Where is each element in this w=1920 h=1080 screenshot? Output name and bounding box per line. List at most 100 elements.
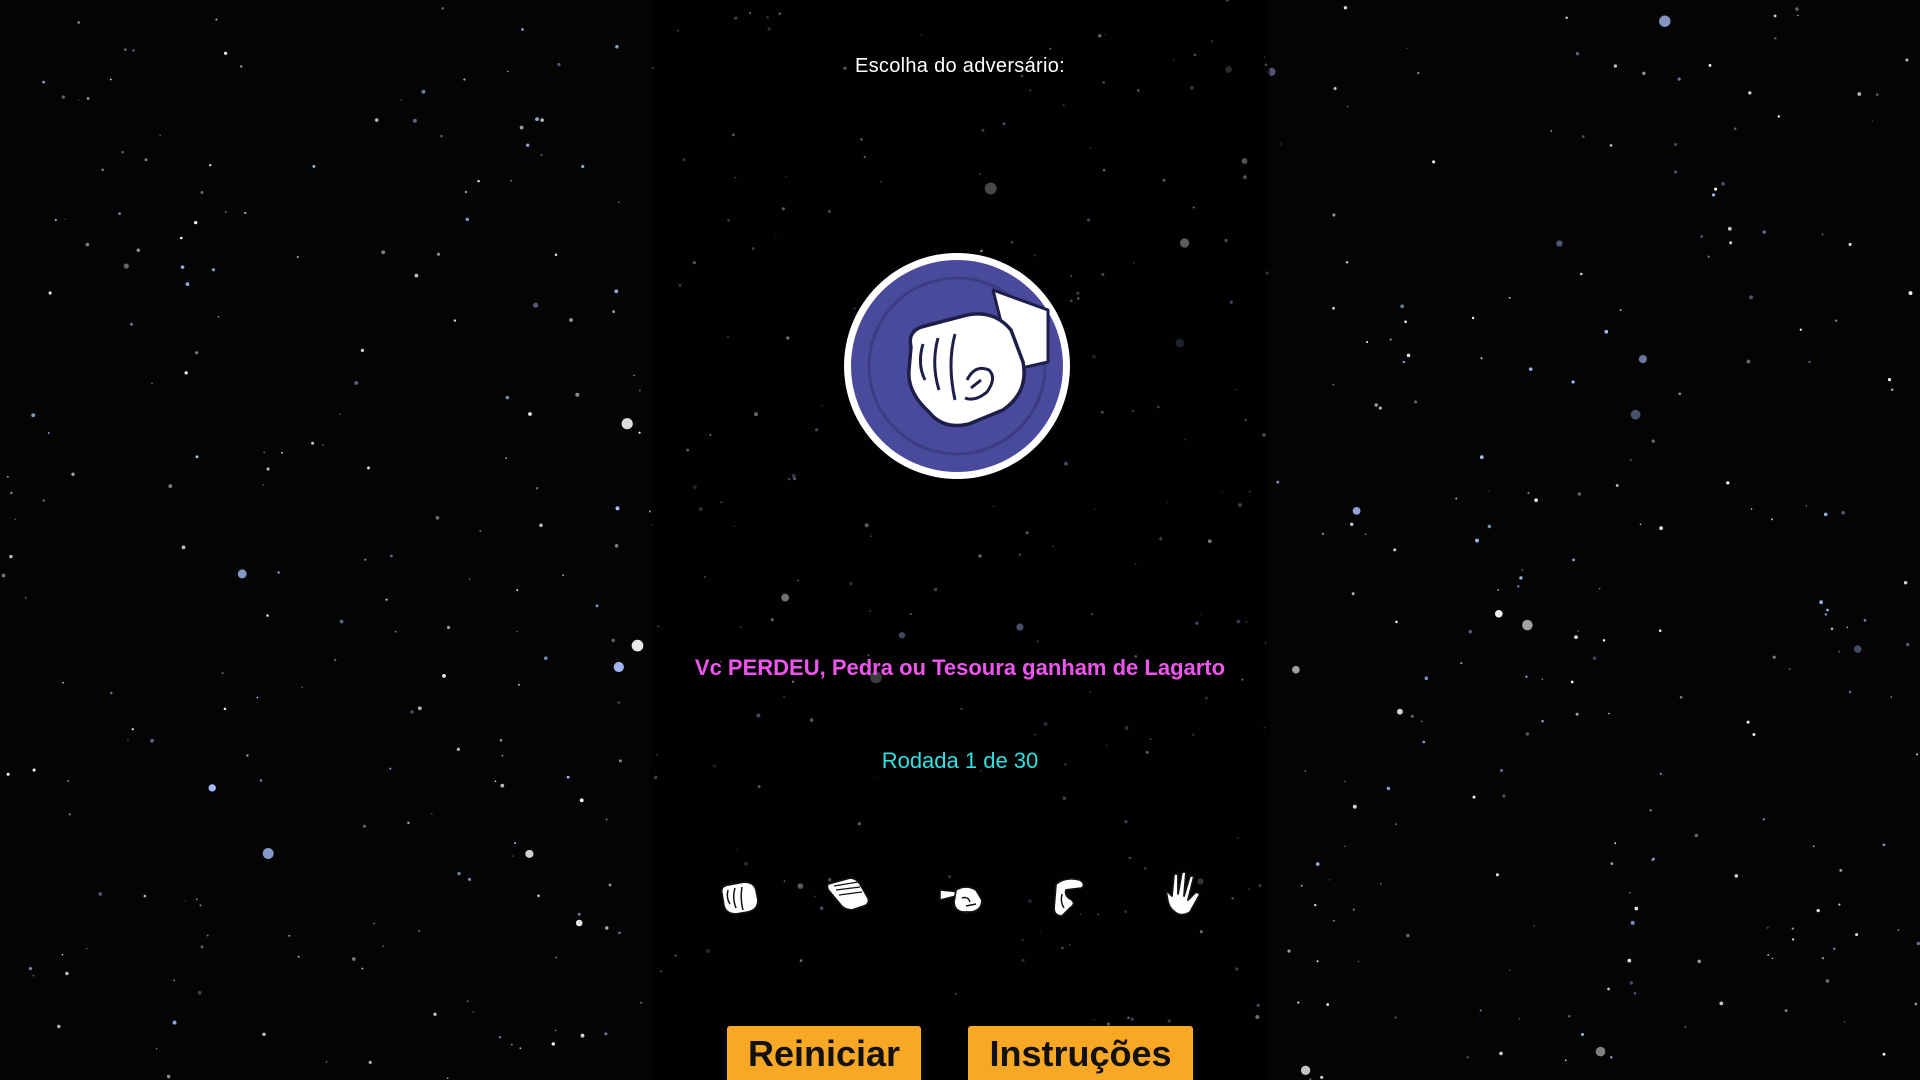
star <box>1479 1009 1482 1012</box>
star <box>1903 580 1908 585</box>
star <box>1627 958 1632 963</box>
star <box>31 413 36 418</box>
rock-hand-icon <box>720 881 759 915</box>
star <box>1508 296 1511 299</box>
star <box>1556 240 1563 247</box>
star <box>224 211 227 213</box>
star <box>256 696 259 699</box>
star <box>199 904 202 907</box>
star <box>1630 409 1641 420</box>
star <box>472 1011 474 1013</box>
paper-choice-button[interactable] <box>822 868 874 920</box>
star <box>311 441 315 445</box>
star <box>1495 873 1499 877</box>
star <box>1604 329 1609 334</box>
star <box>1480 357 1483 360</box>
star <box>132 49 135 52</box>
star <box>479 529 482 532</box>
star <box>1848 242 1852 246</box>
star <box>1719 1001 1724 1006</box>
spock-hand-icon <box>1165 871 1201 916</box>
star <box>281 451 283 454</box>
scissors-choice-button[interactable] <box>936 870 988 922</box>
opponent-label: Escolha do adversário: <box>854 55 1066 77</box>
star <box>1332 307 1335 310</box>
star <box>1819 600 1823 605</box>
star <box>1406 47 1408 49</box>
star <box>526 143 530 147</box>
star <box>1634 906 1639 911</box>
lizard-hand-icon <box>1053 877 1085 917</box>
star <box>1344 845 1346 848</box>
star <box>1466 1056 1469 1059</box>
star <box>1420 720 1423 723</box>
star <box>1914 1002 1918 1006</box>
star <box>1602 639 1606 642</box>
star <box>6 475 9 478</box>
star <box>1525 732 1530 736</box>
star <box>1345 261 1349 264</box>
star <box>1629 981 1634 985</box>
round-counter: Rodada 1 de 30 <box>881 748 1039 773</box>
star <box>1795 7 1799 11</box>
star <box>1821 956 1825 960</box>
star <box>98 892 103 896</box>
star <box>1639 523 1642 526</box>
spock-choice-button[interactable] <box>1156 868 1208 920</box>
star <box>632 374 635 377</box>
star <box>1808 360 1811 364</box>
star <box>640 1001 643 1004</box>
star <box>1890 696 1893 698</box>
star <box>266 467 270 471</box>
star <box>535 117 539 121</box>
star <box>1528 367 1533 371</box>
instructions-button[interactable]: Instruções <box>968 1026 1193 1080</box>
star <box>1364 533 1367 535</box>
star <box>195 351 199 355</box>
star <box>9 554 13 559</box>
star <box>1344 780 1346 783</box>
star <box>1652 857 1655 861</box>
star <box>1835 319 1838 322</box>
star <box>301 686 304 689</box>
star <box>144 158 148 162</box>
star <box>266 614 269 617</box>
star <box>42 499 46 502</box>
star <box>123 263 129 269</box>
star <box>1848 690 1852 694</box>
restart-button[interactable]: Reiniciar <box>727 1026 921 1080</box>
star <box>1824 613 1827 616</box>
star <box>535 486 539 490</box>
star <box>1332 384 1334 386</box>
star <box>412 118 417 123</box>
lizard-choice-button[interactable] <box>1042 870 1094 922</box>
star <box>537 894 540 898</box>
star <box>1497 588 1500 591</box>
star <box>185 282 190 286</box>
star <box>525 849 534 858</box>
star <box>151 382 153 385</box>
star <box>551 1042 555 1046</box>
star <box>1352 908 1355 911</box>
star <box>1395 620 1398 624</box>
star <box>223 707 227 711</box>
star <box>1386 786 1391 791</box>
star <box>1733 127 1737 130</box>
star <box>322 444 324 446</box>
star <box>211 268 216 272</box>
star <box>533 302 539 308</box>
star <box>180 236 183 240</box>
rock-choice-button[interactable] <box>714 870 766 922</box>
star <box>1499 1051 1503 1056</box>
star <box>1651 439 1655 443</box>
star <box>1841 510 1846 515</box>
star <box>206 934 209 937</box>
star <box>363 824 366 828</box>
star <box>577 912 581 916</box>
star <box>263 451 265 454</box>
star <box>566 775 570 779</box>
star <box>519 1047 522 1050</box>
star <box>200 945 204 949</box>
star <box>498 1036 502 1039</box>
star <box>1887 378 1892 382</box>
